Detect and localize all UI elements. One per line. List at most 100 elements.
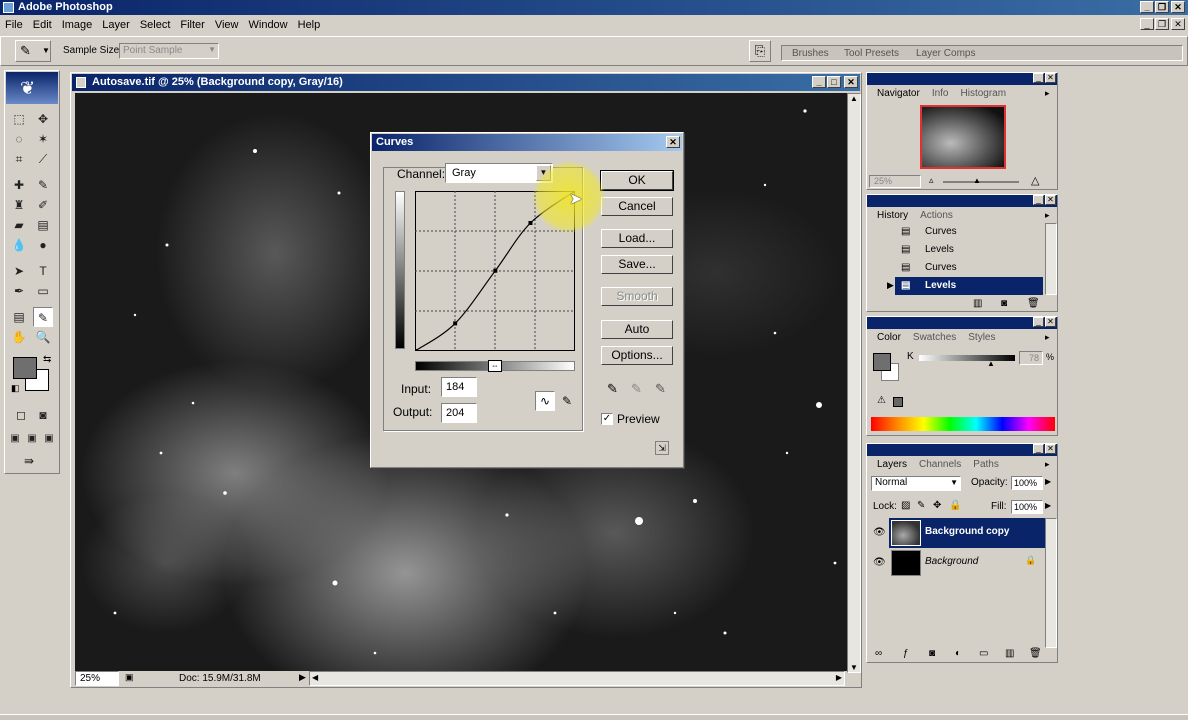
menu-select[interactable]: Select [135,16,176,34]
sample-size-select[interactable]: Point Sample ▼ [119,43,219,59]
panel-minimize-button[interactable]: _ [1033,444,1044,454]
panel-minimize-button[interactable]: _ [1033,73,1044,83]
crop-tool-icon[interactable]: ⌗ [9,149,29,169]
navigator-panel-header[interactable]: _ ✕ [867,73,1057,85]
lock-transparency-icon[interactable]: ▨ [901,500,910,511]
navigator-zoom-slider[interactable] [943,181,1019,183]
curve-control-point[interactable] [528,221,533,225]
tab-styles[interactable]: Styles [962,331,1001,344]
zoom-in-icon[interactable]: △ [1031,174,1039,187]
layers-panel-header[interactable]: _ ✕ [867,444,1057,456]
new-layer-icon[interactable]: ▥ [1005,648,1014,659]
input-field[interactable]: 184 [441,377,477,397]
black-point-eyedropper-icon[interactable]: ✎ [607,381,618,397]
opacity-arrow-icon[interactable]: ▶ [1045,477,1051,486]
new-snapshot-icon[interactable]: ◙ [1001,298,1007,309]
zoom-out-icon[interactable]: ▵ [929,175,934,186]
palette-well-tool-presets[interactable]: Tool Presets [838,47,905,60]
pen-tool-icon[interactable]: ✒ [9,281,29,301]
tab-histogram[interactable]: Histogram [955,87,1013,100]
visibility-eye-icon[interactable]: 👁 [873,557,886,568]
preview-checkbox[interactable]: ✓ [601,413,613,425]
menu-filter[interactable]: Filter [175,16,209,34]
eyedropper-tool-icon[interactable]: ✎ [33,307,53,327]
adjustment-layer-icon[interactable]: ◐ [955,648,961,659]
tab-actions[interactable]: Actions [914,209,959,222]
pencil-tool-button[interactable]: ✎ [557,391,577,411]
menu-file[interactable]: File [0,16,28,34]
save-button[interactable]: Save... [601,255,673,274]
blend-mode-select[interactable]: Normal ▼ [871,476,961,491]
history-scrollbar[interactable] [1045,223,1057,295]
layer-style-icon[interactable]: ƒ [903,648,909,659]
move-tool-icon[interactable]: ✥ [33,109,53,129]
panel-menu-icon[interactable]: ▸ [1045,210,1050,221]
history-item-selected[interactable]: ▤ Levels [895,277,1043,295]
panel-minimize-button[interactable]: _ [1033,317,1044,327]
curves-titlebar[interactable]: Curves ✕ [372,134,682,151]
gradient-tool-icon[interactable]: ▤ [33,215,53,235]
screen-mode-standard-icon[interactable]: ▣ [7,429,23,449]
history-item[interactable]: ▤ Curves [895,223,1043,241]
blur-tool-icon[interactable]: 💧 [9,235,29,255]
scroll-down-icon[interactable]: ▼ [850,663,858,672]
panel-close-button[interactable]: ✕ [1045,73,1056,83]
lock-image-icon[interactable]: ✎ [917,500,925,511]
fill-arrow-icon[interactable]: ▶ [1045,501,1051,510]
curve-control-point[interactable] [453,321,458,326]
menu-view[interactable]: View [210,16,244,34]
tab-info[interactable]: Info [926,87,955,100]
screen-mode-full-icon[interactable]: ▣ [41,429,57,449]
tab-navigator[interactable]: Navigator [871,87,926,100]
web-safe-swatch[interactable] [893,397,903,407]
curve-control-point[interactable] [415,349,417,351]
brush-tool-icon[interactable]: ✎ [33,175,53,195]
link-icon[interactable]: ∞ [875,648,882,659]
navigator-thumbnail[interactable] [920,105,1006,169]
layer-row-background[interactable]: Background 🔒 [889,548,1045,578]
vertical-scrollbar[interactable]: ▲ ▼ [847,93,861,673]
gray-point-eyedropper-icon[interactable]: ✎ [631,381,642,397]
tool-preset-picker[interactable]: ✎ ▼ [15,40,51,62]
lock-position-icon[interactable]: ✥ [933,500,941,511]
output-field[interactable]: 204 [441,403,477,423]
document-close-button[interactable]: ✕ [844,76,858,88]
slice-tool-icon[interactable]: ⟋ [33,149,53,169]
lasso-tool-icon[interactable]: ◌ [9,129,29,149]
horizontal-scrollbar[interactable]: ◀ ▶ [309,671,845,686]
standard-mode-icon[interactable]: ◻ [11,405,31,425]
notes-tool-icon[interactable]: ▤ [9,307,29,327]
document-maximize-button[interactable]: □ [827,76,841,88]
new-group-icon[interactable]: ▭ [979,648,988,659]
default-colors-icon[interactable]: ◧ [11,383,20,394]
shape-tool-icon[interactable]: ▭ [33,281,53,301]
foreground-color-swatch[interactable] [13,357,37,379]
scroll-right-icon[interactable]: ▶ [836,673,842,682]
palette-well-layer-comps[interactable]: Layer Comps [910,47,981,60]
layer-row-background-copy[interactable]: Background copy [889,518,1045,548]
panel-menu-icon[interactable]: ▸ [1045,88,1050,99]
tab-color[interactable]: Color [871,331,907,344]
restore-button[interactable]: ❐ [1155,1,1169,13]
zoom-slider-thumb[interactable]: ▲ [973,176,981,185]
tab-history[interactable]: History [871,209,915,222]
healing-brush-tool-icon[interactable]: ✚ [9,175,29,195]
swap-colors-icon[interactable]: ⇆ [43,354,51,365]
delete-icon[interactable]: 🗑 [1027,298,1040,309]
type-tool-icon[interactable]: T [33,261,53,281]
jump-to-imageready-icon[interactable]: ⇛ [9,451,49,471]
color-panel-header[interactable]: _ ✕ [867,317,1057,329]
opacity-field[interactable]: 100% [1011,476,1043,490]
close-button[interactable]: ✕ [1171,1,1185,13]
doc-minimize-button[interactable]: _ [1140,18,1154,30]
delete-layer-icon[interactable]: 🗑 [1029,648,1042,659]
layer-mask-icon[interactable]: ◙ [929,648,935,659]
fill-field[interactable]: 100% [1011,500,1043,514]
visibility-eye-icon[interactable]: 👁 [873,527,886,538]
expand-dialog-icon[interactable]: ⇲ [655,441,669,455]
zoom-tool-icon[interactable]: 🔍 [33,327,53,347]
quick-mask-mode-icon[interactable]: ◙ [33,405,53,425]
dodge-tool-icon[interactable]: ● [33,235,53,255]
k-channel-slider[interactable] [919,355,1015,361]
auto-button[interactable]: Auto [601,320,673,339]
